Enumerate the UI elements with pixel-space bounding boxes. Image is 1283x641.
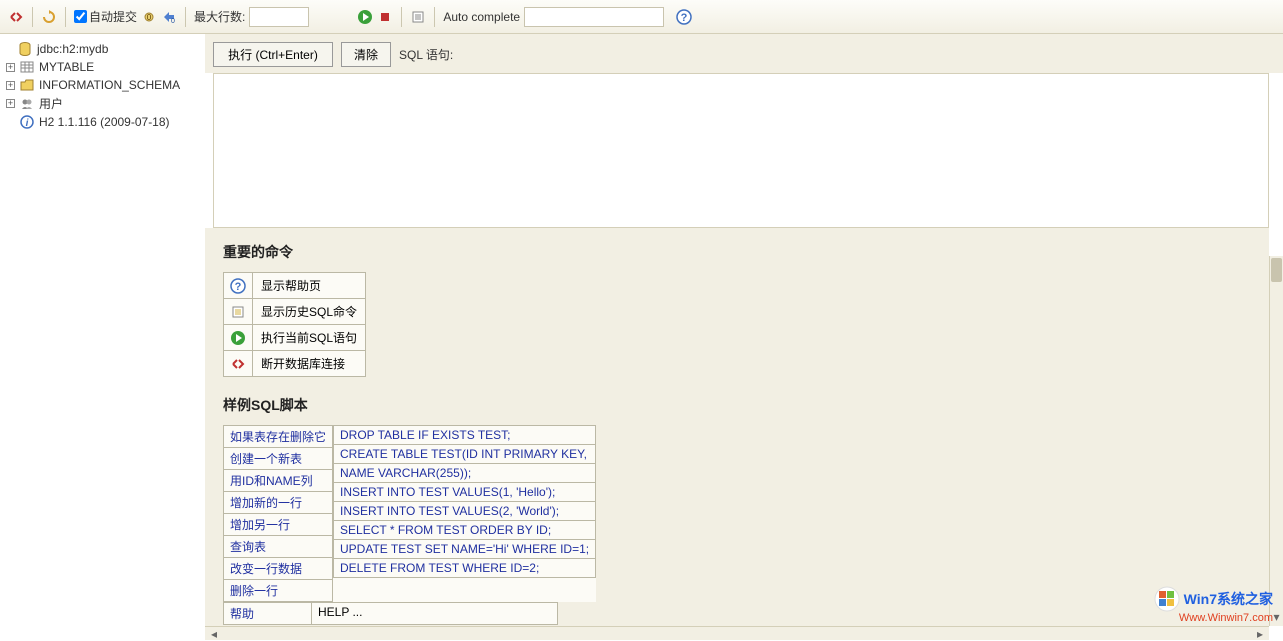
sidebar-item-database[interactable]: jdbc:h2:mydb <box>4 40 201 58</box>
command-text: 显示帮助页 <box>253 273 366 299</box>
autocommit-input[interactable] <box>74 10 87 23</box>
maxrows-input[interactable] <box>249 7 309 27</box>
clear-button[interactable]: 清除 <box>341 42 391 67</box>
separator <box>65 7 66 27</box>
sidebar-item-info[interactable]: i H2 1.1.116 (2009-07-18) <box>4 113 201 131</box>
sample-sql: UPDATE TEST SET NAME='Hi' WHERE ID=1; <box>334 540 596 559</box>
sidebar-item-users[interactable]: + 用户 <box>4 94 201 113</box>
svg-text:0: 0 <box>147 13 152 22</box>
sidebar-item-table[interactable]: + MYTABLE <box>4 58 201 76</box>
info-icon: i <box>19 114 35 130</box>
sample-sql: NAME VARCHAR(255)); <box>334 464 596 483</box>
separator <box>401 7 402 27</box>
command-text: 显示历史SQL命令 <box>253 299 366 325</box>
important-heading: 重要的命令 <box>223 242 1251 262</box>
refresh-icon[interactable] <box>41 9 57 25</box>
command-text: 断开数据库连接 <box>253 351 366 377</box>
sample-link[interactable]: 删除一行 <box>224 580 333 602</box>
sample-link[interactable]: 查询表 <box>224 536 333 558</box>
svg-text:?: ? <box>681 12 688 24</box>
users-icon <box>19 96 35 112</box>
run-icon[interactable] <box>357 9 373 25</box>
database-icon <box>17 41 33 57</box>
autocomplete-input[interactable] <box>524 7 664 27</box>
command-text: 执行当前SQL语句 <box>253 325 366 351</box>
results-panel: 重要的命令 ? 显示帮助页 显示历史SQL命令 执行当前SQL语句 断开数据库连… <box>205 228 1269 640</box>
tree-label: INFORMATION_SCHEMA <box>39 78 180 92</box>
sample-sql: INSERT INTO TEST VALUES(2, 'World'); <box>334 502 596 521</box>
help-table: 帮助 HELP ... <box>223 602 558 625</box>
sample-table: 如果表存在删除它 创建一个新表 用ID和NAME列 增加新的一行 增加另一行 查… <box>223 425 596 602</box>
maxrows-label: 最大行数: <box>194 8 245 25</box>
svg-text:i: i <box>26 118 29 129</box>
scroll-thumb[interactable] <box>1271 258 1282 282</box>
separator <box>185 7 186 27</box>
windows-icon <box>1154 586 1180 612</box>
svg-text:0: 0 <box>171 18 175 25</box>
tree-label: jdbc:h2:mydb <box>37 42 108 56</box>
sidebar: jdbc:h2:mydb + MYTABLE + INFORMATION_SCH… <box>0 34 205 640</box>
commit-icon[interactable]: 0 <box>141 9 157 25</box>
svg-text:?: ? <box>235 281 242 293</box>
tree-label: MYTABLE <box>39 60 94 74</box>
sample-sql: CREATE TABLE TEST(ID INT PRIMARY KEY, <box>334 445 596 464</box>
history-icon[interactable] <box>410 9 426 25</box>
tree-label: 用户 <box>39 95 63 112</box>
sql-textarea[interactable] <box>213 73 1269 228</box>
disconnect-icon <box>230 356 246 372</box>
help-sql: HELP ... <box>312 603 558 625</box>
sample-link[interactable]: 改变一行数据 <box>224 558 333 580</box>
rollback-icon[interactable]: 0 <box>161 9 177 25</box>
run-icon <box>230 330 246 346</box>
table-icon <box>19 59 35 75</box>
command-row[interactable]: ? 显示帮助页 <box>224 273 366 299</box>
sql-bar: 执行 (Ctrl+Enter) 清除 SQL 语句: <box>205 34 1283 73</box>
separator <box>434 7 435 27</box>
autocomplete-label: Auto complete <box>443 10 520 24</box>
command-row[interactable]: 显示历史SQL命令 <box>224 299 366 325</box>
help-icon: ? <box>230 278 246 294</box>
sample-link[interactable]: 增加新的一行 <box>224 492 333 514</box>
scroll-right-icon[interactable]: ▸ <box>1253 628 1267 639</box>
scroll-left-icon[interactable]: ◂ <box>207 628 221 639</box>
separator <box>32 7 33 27</box>
expand-icon[interactable]: + <box>6 99 15 108</box>
expand-icon[interactable]: + <box>6 63 15 72</box>
watermark: Win7系统之家 Www.Winwin7.com <box>1154 586 1273 624</box>
folder-icon <box>19 77 35 93</box>
sample-sql: SELECT * FROM TEST ORDER BY ID; <box>334 521 596 540</box>
sample-heading: 样例SQL脚本 <box>223 395 1251 415</box>
watermark-url: Www.Winwin7.com <box>1154 612 1273 624</box>
toolbar: 自动提交 0 0 最大行数: Auto complete ? <box>0 0 1283 34</box>
vertical-scrollbar[interactable]: ▾ <box>1269 256 1283 626</box>
sample-link[interactable]: 增加另一行 <box>224 514 333 536</box>
stop-icon[interactable] <box>377 9 393 25</box>
help-link[interactable]: 帮助 <box>224 603 312 625</box>
sample-link[interactable]: 如果表存在删除它 <box>224 426 333 448</box>
help-icon[interactable]: ? <box>676 9 692 25</box>
horizontal-scrollbar[interactable]: ◂ ▸ <box>205 626 1269 640</box>
sql-prompt: SQL 语句: <box>399 46 453 63</box>
autocommit-checkbox[interactable]: 自动提交 <box>74 8 137 25</box>
run-button[interactable]: 执行 (Ctrl+Enter) <box>213 42 333 67</box>
command-row[interactable]: 断开数据库连接 <box>224 351 366 377</box>
sample-link[interactable]: 用ID和NAME列 <box>224 470 333 492</box>
sample-sql: INSERT INTO TEST VALUES(1, 'Hello'); <box>334 483 596 502</box>
sample-sql: DROP TABLE IF EXISTS TEST; <box>334 426 596 445</box>
sample-link[interactable]: 创建一个新表 <box>224 448 333 470</box>
sidebar-item-schema[interactable]: + INFORMATION_SCHEMA <box>4 76 201 94</box>
content: jdbc:h2:mydb + MYTABLE + INFORMATION_SCH… <box>0 34 1283 640</box>
autocommit-label: 自动提交 <box>89 8 137 25</box>
main-panel: 执行 (Ctrl+Enter) 清除 SQL 语句: 重要的命令 ? 显示帮助页… <box>205 34 1283 640</box>
commands-table: ? 显示帮助页 显示历史SQL命令 执行当前SQL语句 断开数据库连接 <box>223 272 366 377</box>
sample-sql: DELETE FROM TEST WHERE ID=2; <box>334 559 596 578</box>
command-row[interactable]: 执行当前SQL语句 <box>224 325 366 351</box>
disconnect-icon[interactable] <box>8 9 24 25</box>
history-icon <box>230 304 246 320</box>
expand-icon[interactable]: + <box>6 81 15 90</box>
watermark-title: Win7系统之家 <box>1184 589 1273 609</box>
tree-label: H2 1.1.116 (2009-07-18) <box>39 115 170 129</box>
